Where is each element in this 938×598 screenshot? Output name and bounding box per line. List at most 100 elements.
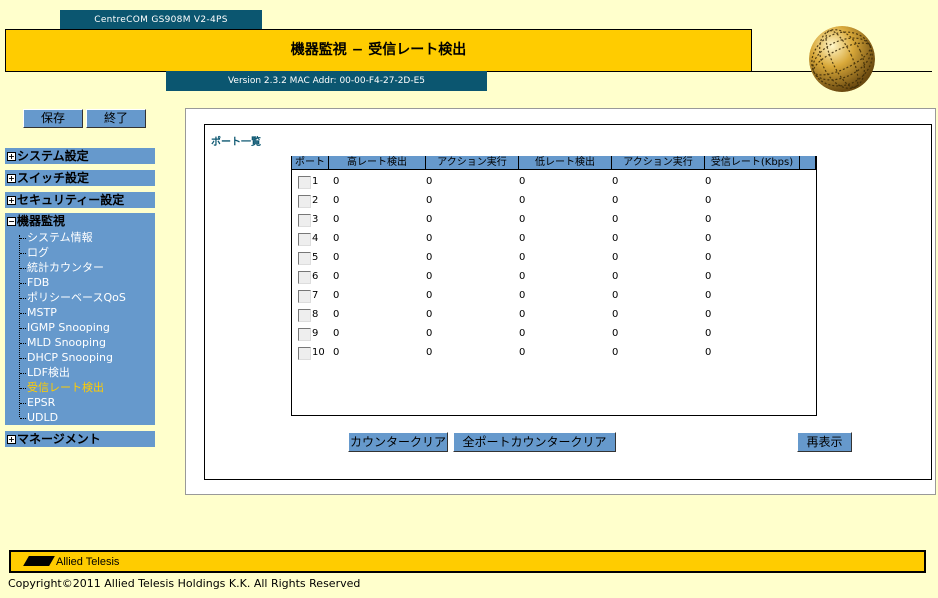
cell-value: 0 (612, 195, 619, 206)
cell-value: 0 (426, 233, 433, 244)
sidebar-item-dhcp[interactable]: DHCP Snooping (27, 350, 113, 365)
save-button[interactable]: 保存 (23, 109, 83, 128)
port-number: 9 (312, 328, 319, 339)
column-header-action-low: アクション実行 (612, 156, 705, 170)
cell-value: 0 (612, 271, 619, 282)
tree-line (19, 235, 20, 417)
menu-label: システム設定 (17, 149, 89, 163)
tree-branch (20, 253, 26, 254)
cell-value: 0 (612, 347, 619, 358)
column-header-action-high: アクション実行 (426, 156, 519, 170)
cell-value: 0 (612, 309, 619, 320)
cell-value: 0 (612, 214, 619, 225)
menu-system-settings[interactable]: + システム設定 (5, 148, 155, 164)
cell-value: 0 (426, 252, 433, 263)
cell-value: 0 (519, 290, 526, 301)
menu-label: 機器監視 (17, 214, 66, 228)
sidebar-item-log[interactable]: ログ (27, 245, 49, 260)
cell-value: 0 (426, 271, 433, 282)
cell-value: 0 (426, 195, 433, 206)
cell-value: 0 (705, 309, 712, 320)
sidebar-item-ldf[interactable]: LDF検出 (27, 365, 70, 380)
cell-value: 0 (519, 328, 526, 339)
port-checkbox[interactable] (298, 290, 311, 303)
globe-logo-icon (809, 26, 875, 92)
port-number: 10 (312, 347, 325, 358)
menu-security-settings[interactable]: + セキュリティー設定 (5, 192, 155, 208)
cell-value: 0 (426, 309, 433, 320)
cell-value: 0 (333, 271, 340, 282)
cell-value: 0 (519, 347, 526, 358)
port-checkbox[interactable] (298, 233, 311, 246)
tree-branch (20, 328, 26, 329)
port-number: 2 (312, 195, 319, 206)
port-number: 5 (312, 252, 319, 263)
sidebar-item-qos[interactable]: ポリシーベースQoS (27, 290, 126, 305)
cell-value: 0 (705, 252, 712, 263)
cell-value: 0 (705, 233, 712, 244)
port-checkbox[interactable] (298, 309, 311, 322)
cell-value: 0 (612, 328, 619, 339)
refresh-button[interactable]: 再表示 (797, 432, 852, 452)
cell-value: 0 (705, 328, 712, 339)
port-checkbox[interactable] (298, 347, 311, 360)
port-checkbox[interactable] (298, 214, 311, 227)
cell-value: 0 (519, 252, 526, 263)
logo-mark-icon (23, 556, 55, 566)
cell-value: 0 (705, 176, 712, 187)
cell-value: 0 (333, 214, 340, 225)
port-number: 7 (312, 290, 319, 301)
sidebar-item-mld[interactable]: MLD Snooping (27, 335, 106, 350)
plus-box-icon: + (7, 435, 16, 444)
column-header-port: ポート (292, 156, 329, 170)
sidebar-item-system-info[interactable]: システム情報 (27, 230, 93, 245)
port-checkbox[interactable] (298, 195, 311, 208)
cell-value: 0 (612, 176, 619, 187)
cell-value: 0 (705, 195, 712, 206)
tree-branch (20, 283, 26, 284)
cell-value: 0 (426, 176, 433, 187)
tree-branch (20, 373, 26, 374)
cell-value: 0 (333, 309, 340, 320)
port-number: 3 (312, 214, 319, 225)
page-title: 機器監視 − 受信レート検出 (5, 29, 752, 72)
menu-management[interactable]: + マネージメント (5, 431, 155, 447)
tree-branch (20, 238, 26, 239)
cell-value: 0 (426, 290, 433, 301)
menu-label: セキュリティー設定 (17, 193, 125, 207)
cell-value: 0 (705, 347, 712, 358)
cell-value: 0 (612, 290, 619, 301)
column-header-low-rate: 低レート検出 (519, 156, 612, 170)
model-name-tab: CentreCOM GS908M V2-4PS (60, 10, 262, 30)
cell-value: 0 (426, 347, 433, 358)
sidebar-item-fdb[interactable]: FDB (27, 275, 49, 290)
sidebar-item-mstp[interactable]: MSTP (27, 305, 57, 320)
sidebar-item-igmp[interactable]: IGMP Snooping (27, 320, 110, 335)
section-title: ポート一覧 (211, 137, 261, 148)
port-checkbox[interactable] (298, 271, 311, 284)
port-checkbox[interactable] (298, 252, 311, 265)
cell-value: 0 (612, 233, 619, 244)
tree-branch (20, 313, 26, 314)
column-header-high-rate: 高レート検出 (329, 156, 426, 170)
menu-monitor[interactable]: − 機器監視 (5, 213, 155, 229)
allied-telesis-logo: Allied Telesis (23, 555, 120, 569)
cell-value: 0 (333, 195, 340, 206)
cell-value: 0 (705, 290, 712, 301)
port-checkbox[interactable] (298, 328, 311, 341)
cell-value: 0 (519, 233, 526, 244)
counter-clear-button[interactable]: カウンタークリア (348, 432, 448, 452)
logo-text: Allied Telesis (56, 556, 120, 568)
sidebar-item-rate-detection[interactable]: 受信レート検出 (27, 380, 104, 395)
all-port-counter-clear-button[interactable]: 全ポートカウンタークリア (453, 432, 616, 452)
port-checkbox[interactable] (298, 176, 311, 189)
tree-branch (20, 298, 26, 299)
menu-switch-settings[interactable]: + スイッチ設定 (5, 170, 155, 186)
cell-value: 0 (519, 271, 526, 282)
cell-value: 0 (333, 252, 340, 263)
exit-button[interactable]: 終了 (86, 109, 146, 128)
sidebar-item-epsr[interactable]: EPSR (27, 395, 55, 410)
sidebar-item-udld[interactable]: UDLD (27, 410, 58, 425)
footer-bar (9, 550, 926, 573)
sidebar-item-statistics[interactable]: 統計カウンター (27, 260, 104, 275)
